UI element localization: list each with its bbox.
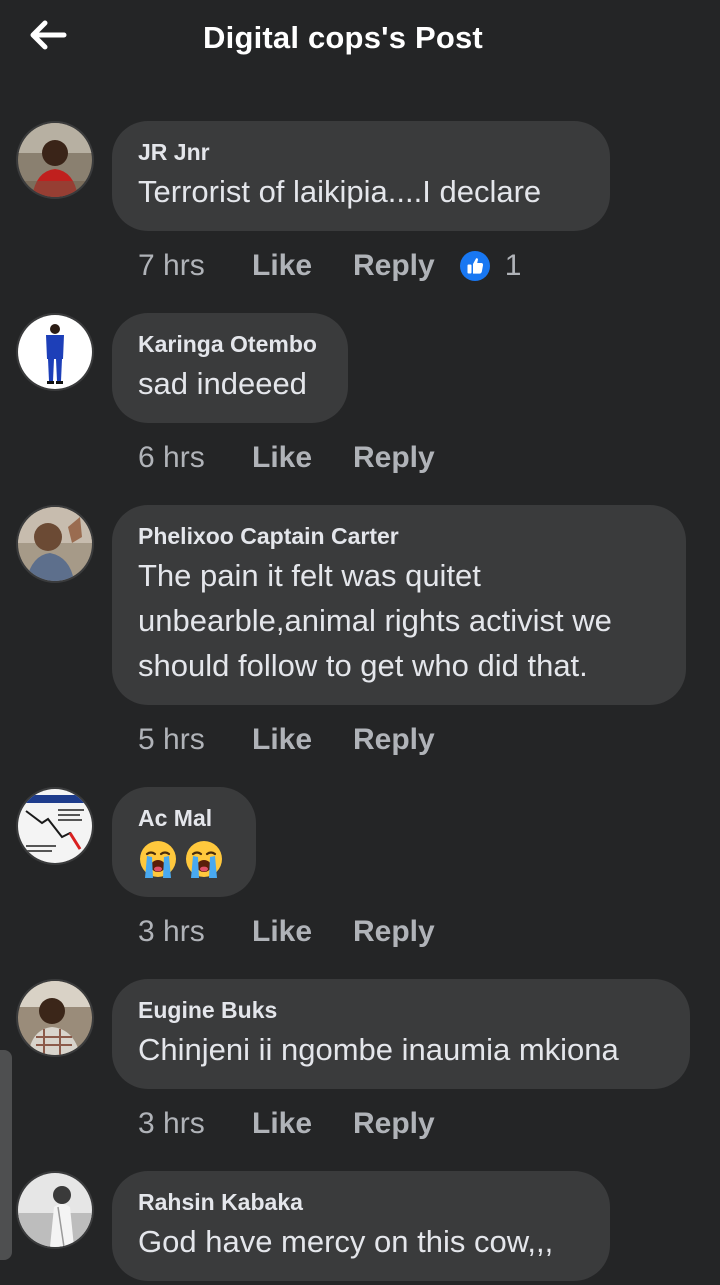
like-button[interactable]: Like — [252, 915, 353, 949]
comment-time[interactable]: 6 hrs — [138, 441, 252, 475]
comment-emoji-text — [138, 839, 224, 879]
comment-actions: 3 hrs Like Reply — [138, 1104, 435, 1144]
reply-button[interactable]: Reply — [353, 249, 435, 283]
avatar[interactable] — [16, 979, 94, 1057]
comment-actions: 7 hrs Like Reply 1 — [138, 246, 521, 286]
comment-actions: 5 hrs Like Reply — [138, 720, 435, 760]
comment-time[interactable]: 3 hrs — [138, 915, 252, 949]
comment-bubble[interactable]: Karinga Otembo sad indeeed — [112, 313, 348, 423]
comment-author[interactable]: Karinga Otembo — [138, 327, 322, 361]
comment-text-line: should follow to get who did that. — [138, 648, 588, 683]
comment-time[interactable]: 7 hrs — [138, 249, 252, 283]
scrollbar-handle[interactable] — [0, 1050, 12, 1260]
avatar[interactable] — [16, 787, 94, 865]
comment-time[interactable]: 5 hrs — [138, 723, 252, 757]
comment-text: Terrorist of laikipia....I declare — [138, 174, 542, 209]
comment-author[interactable]: Phelixoo Captain Carter — [138, 519, 660, 553]
comment-text: God have mercy on this cow,,, — [138, 1224, 554, 1259]
comment-bubble[interactable]: Phelixoo Captain Carter The pain it felt… — [112, 505, 686, 705]
comment-text: Chinjeni ii ngombe inaumia mkiona — [138, 1032, 619, 1067]
comment-author[interactable]: Rahsin Kabaka — [138, 1185, 584, 1219]
loudly-crying-face-emoji — [186, 841, 222, 878]
comment-text-line: The pain it felt was quitet — [138, 558, 481, 593]
avatar[interactable] — [16, 1171, 94, 1249]
like-button[interactable]: Like — [252, 723, 353, 757]
comment-actions: 6 hrs Like Reply — [138, 438, 435, 478]
comment-actions: 3 hrs Like Reply — [138, 912, 435, 952]
comment-time[interactable]: 3 hrs — [138, 1107, 252, 1141]
page-title: Digital cops's Post — [203, 20, 483, 55]
like-button[interactable]: Like — [252, 249, 353, 283]
avatar[interactable] — [16, 505, 94, 583]
reaction-count: 1 — [504, 249, 522, 282]
comment-bubble[interactable]: Rahsin Kabaka God have mercy on this cow… — [112, 1171, 610, 1281]
reply-button[interactable]: Reply — [353, 1107, 435, 1141]
avatar[interactable] — [16, 313, 94, 391]
comment-author[interactable]: Ac Mal — [138, 801, 230, 835]
comment-bubble[interactable]: JR Jnr Terrorist of laikipia....I declar… — [112, 121, 610, 231]
comment-author[interactable]: Eugine Buks — [138, 993, 664, 1027]
comment-bubble[interactable]: Ac Mal — [112, 787, 256, 897]
comment-bubble[interactable]: Eugine Buks Chinjeni ii ngombe inaumia m… — [112, 979, 690, 1089]
like-button[interactable]: Like — [252, 441, 353, 475]
avatar[interactable] — [16, 121, 94, 199]
reply-button[interactable]: Reply — [353, 441, 435, 475]
comment-text-line: unbearble,animal rights activist we — [138, 603, 612, 638]
reply-button[interactable]: Reply — [353, 915, 435, 949]
comment-author[interactable]: JR Jnr — [138, 135, 584, 169]
loudly-crying-face-emoji — [140, 841, 176, 878]
reply-button[interactable]: Reply — [353, 723, 435, 757]
like-button[interactable]: Like — [252, 1107, 353, 1141]
top-bar: Digital cops's Post — [0, 0, 720, 80]
comment-text: sad indeeed — [138, 366, 307, 401]
thumbs-up-icon — [459, 251, 490, 281]
reaction-summary[interactable]: 1 — [459, 249, 522, 283]
